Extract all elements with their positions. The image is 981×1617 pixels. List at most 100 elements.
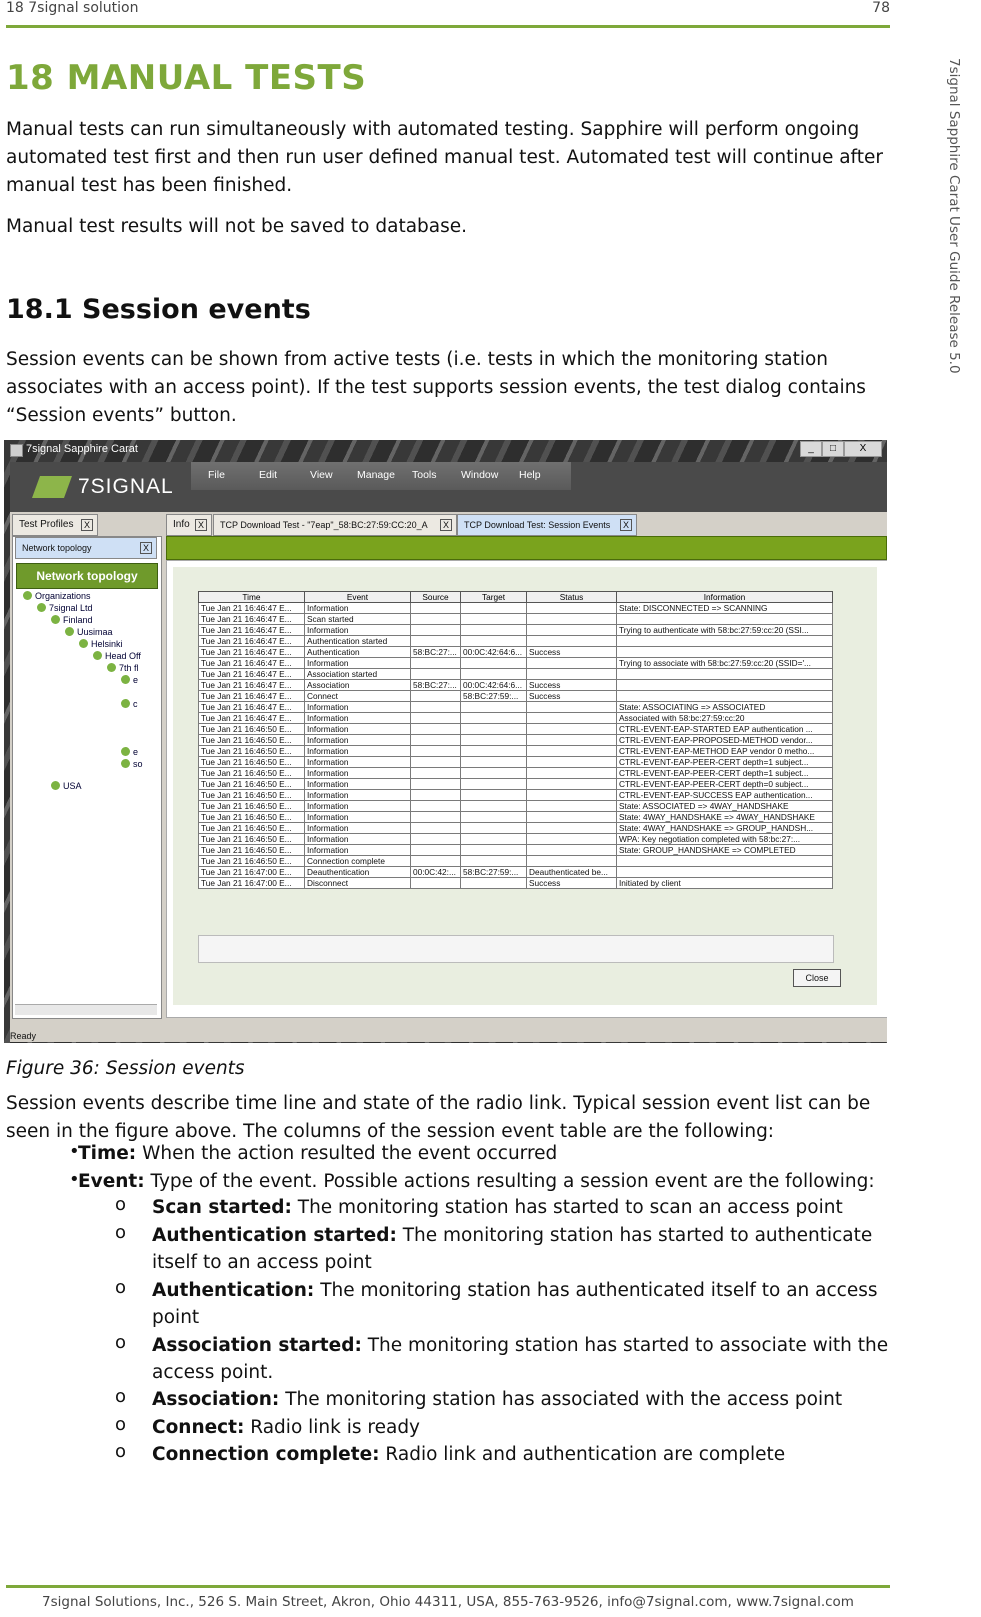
tree-node[interactable]: Uusimaa <box>65 627 113 637</box>
close-icon[interactable]: X <box>195 519 207 531</box>
sub-list-item: Connection complete: Radio link and auth… <box>152 1441 785 1468</box>
table-cell: State: ASSOCIATING => ASSOCIATED <box>616 701 833 713</box>
tab-session-events-label: TCP Download Test: Session Events <box>464 520 611 530</box>
sub-list-item: Association started: The monitoring stat… <box>152 1332 888 1359</box>
table-cell: 58:BC:27:... <box>410 679 461 691</box>
column-header[interactable]: Time <box>198 591 305 603</box>
table-cell: Tue Jan 21 16:46:47 E... <box>198 712 305 724</box>
tree-node[interactable]: so <box>121 759 143 769</box>
table-cell: 00:0C:42:64:6... <box>460 646 527 658</box>
table-cell: CTRL-EVENT-EAP-PEER-CERT depth=1 subject… <box>616 767 833 779</box>
column-header[interactable]: Status <box>526 591 617 603</box>
menu-view[interactable]: View <box>310 469 333 481</box>
table-row[interactable]: Tue Jan 21 16:46:50 E... Information State… <box>198 844 833 856</box>
minimize-button[interactable]: _ <box>800 441 822 457</box>
table-cell <box>410 778 461 790</box>
table-row[interactable]: Tue Jan 21 16:46:50 E... Information CTRL-… <box>198 756 833 768</box>
menu-window[interactable]: Window <box>461 469 498 481</box>
tree-node[interactable]: USA <box>51 781 82 791</box>
table-row[interactable]: Tue Jan 21 16:46:50 E... Information State… <box>198 822 833 834</box>
table-row[interactable]: Tue Jan 21 16:46:47 E... Scan started <box>198 613 833 625</box>
tree-node[interactable]: Head Off <box>93 651 141 661</box>
tree-node[interactable]: Organizations <box>23 591 91 601</box>
column-header[interactable]: Target <box>460 591 527 603</box>
table-cell: 58:BC:27:59:... <box>460 690 527 702</box>
table-row[interactable]: Tue Jan 21 16:46:50 E... Information WPA: … <box>198 833 833 845</box>
tree-node[interactable]: e <box>121 675 138 685</box>
maximize-button[interactable]: □ <box>822 441 844 457</box>
table-row[interactable]: Tue Jan 21 16:46:47 E... Information Tryin… <box>198 624 833 636</box>
table-row[interactable]: Tue Jan 21 16:46:47 E... Authentication 58… <box>198 646 833 658</box>
close-icon[interactable]: X <box>620 519 632 531</box>
table-cell: Information <box>304 657 411 669</box>
table-empty-area <box>198 935 834 963</box>
table-row[interactable]: Tue Jan 21 16:46:50 E... Information CTRL-… <box>198 778 833 790</box>
table-row[interactable]: Tue Jan 21 16:46:50 E... Information State… <box>198 800 833 812</box>
table-row[interactable]: Tue Jan 21 16:46:47 E... Association star… <box>198 668 833 680</box>
menu-manage[interactable]: Manage <box>357 469 395 481</box>
list-term: Authentication: <box>152 1280 315 1301</box>
menu-tools[interactable]: Tools <box>412 469 437 481</box>
sub-bullet-icon: o <box>115 1194 127 1215</box>
close-icon[interactable]: X <box>81 519 93 531</box>
table-row[interactable]: Tue Jan 21 16:46:50 E... Information State… <box>198 811 833 823</box>
window-titlebar: 7signal Sapphire Carat _ □ X <box>4 440 887 460</box>
table-row[interactable]: Tue Jan 21 16:46:47 E... Information Tryin… <box>198 657 833 669</box>
table-body: Tue Jan 21 16:46:47 E... Information State… <box>198 602 833 889</box>
close-icon[interactable]: X <box>140 542 152 554</box>
table-row[interactable]: Tue Jan 21 16:46:47 E... Association 58:BC… <box>198 679 833 691</box>
table-cell: Information <box>304 602 411 614</box>
table-row[interactable]: Tue Jan 21 16:46:47 E... Connect 58:BC:27:… <box>198 690 833 702</box>
table-cell: 58:BC:27:... <box>410 646 461 658</box>
column-header[interactable]: Event <box>304 591 411 603</box>
horizontal-scrollbar[interactable] <box>15 1004 157 1015</box>
table-cell <box>410 767 461 779</box>
topology-tree: Organizations 7signal Ltd Finland Uusima… <box>13 589 159 989</box>
tab-tcp-download-test[interactable]: TCP Download Test - "7eap"_58:BC:27:59:C… <box>213 514 457 536</box>
table-cell: WPA: Key negotiation completed with 58:b… <box>616 833 833 845</box>
table-row[interactable]: Tue Jan 21 16:46:50 E... Information CTRL-… <box>198 745 833 757</box>
table-row[interactable]: Tue Jan 21 16:46:50 E... Information CTRL-… <box>198 734 833 746</box>
tab-info[interactable]: Info X <box>166 514 212 536</box>
header-chapter: 18 7signal solution <box>6 0 139 16</box>
paragraph-database: Manual test results will not be saved to… <box>6 216 468 237</box>
sub-list-item: Association: The monitoring station has … <box>152 1386 842 1413</box>
tree-node[interactable]: 7th fl <box>107 663 139 673</box>
table-row[interactable]: Tue Jan 21 16:47:00 E... Deauthentication… <box>198 866 833 878</box>
table-cell <box>460 844 527 856</box>
table-row[interactable]: Tue Jan 21 16:46:47 E... Information State… <box>198 701 833 713</box>
tab-test-profiles[interactable]: Test Profiles X <box>12 514 98 536</box>
table-row[interactable]: Tue Jan 21 16:46:47 E... Authentication s… <box>198 635 833 647</box>
table-row[interactable]: Tue Jan 21 16:46:50 E... Connection compl… <box>198 855 833 867</box>
table-cell <box>460 822 527 834</box>
table-row[interactable]: Tue Jan 21 16:46:47 E... Information Assoc… <box>198 712 833 724</box>
menu-file[interactable]: File <box>208 469 225 481</box>
close-window-button[interactable]: X <box>844 441 882 457</box>
menu-edit[interactable]: Edit <box>259 469 277 481</box>
column-header[interactable]: Information <box>616 591 833 603</box>
column-header[interactable]: Source <box>410 591 461 603</box>
tree-node[interactable]: e <box>121 747 138 757</box>
network-topology-button[interactable]: Network topology <box>16 563 158 589</box>
table-row[interactable]: Tue Jan 21 16:47:00 E... Disconnect Succes… <box>198 877 833 889</box>
table-row[interactable]: Tue Jan 21 16:46:50 E... Information CTRL-… <box>198 767 833 779</box>
tree-node[interactable]: 7signal Ltd <box>37 603 93 613</box>
table-row[interactable]: Tue Jan 21 16:46:50 E... Information CTRL-… <box>198 723 833 735</box>
table-cell <box>526 657 617 669</box>
table-row[interactable]: Tue Jan 21 16:46:47 E... Information State… <box>198 602 833 614</box>
list-text: The monitoring station has associated wi… <box>279 1389 843 1410</box>
tab-session-events[interactable]: TCP Download Test: Session Events X <box>457 514 637 536</box>
menu-help[interactable]: Help <box>519 469 541 481</box>
close-button[interactable]: Close <box>793 969 841 987</box>
page-footer: 7signal Solutions, Inc., 526 S. Main Str… <box>42 1594 854 1610</box>
tree-node[interactable]: c <box>121 699 138 709</box>
table-cell: Information <box>304 734 411 746</box>
tab-network-topology[interactable]: Network topology X <box>15 537 157 559</box>
sub-bullet-icon: o <box>115 1332 127 1353</box>
tree-node[interactable]: Helsinki <box>79 639 123 649</box>
table-row[interactable]: Tue Jan 21 16:46:50 E... Information CTRL-… <box>198 789 833 801</box>
table-cell: Tue Jan 21 16:46:50 E... <box>198 800 305 812</box>
table-cell: Authentication <box>304 646 411 658</box>
tree-node[interactable]: Finland <box>51 615 93 625</box>
close-icon[interactable]: X <box>440 519 452 531</box>
